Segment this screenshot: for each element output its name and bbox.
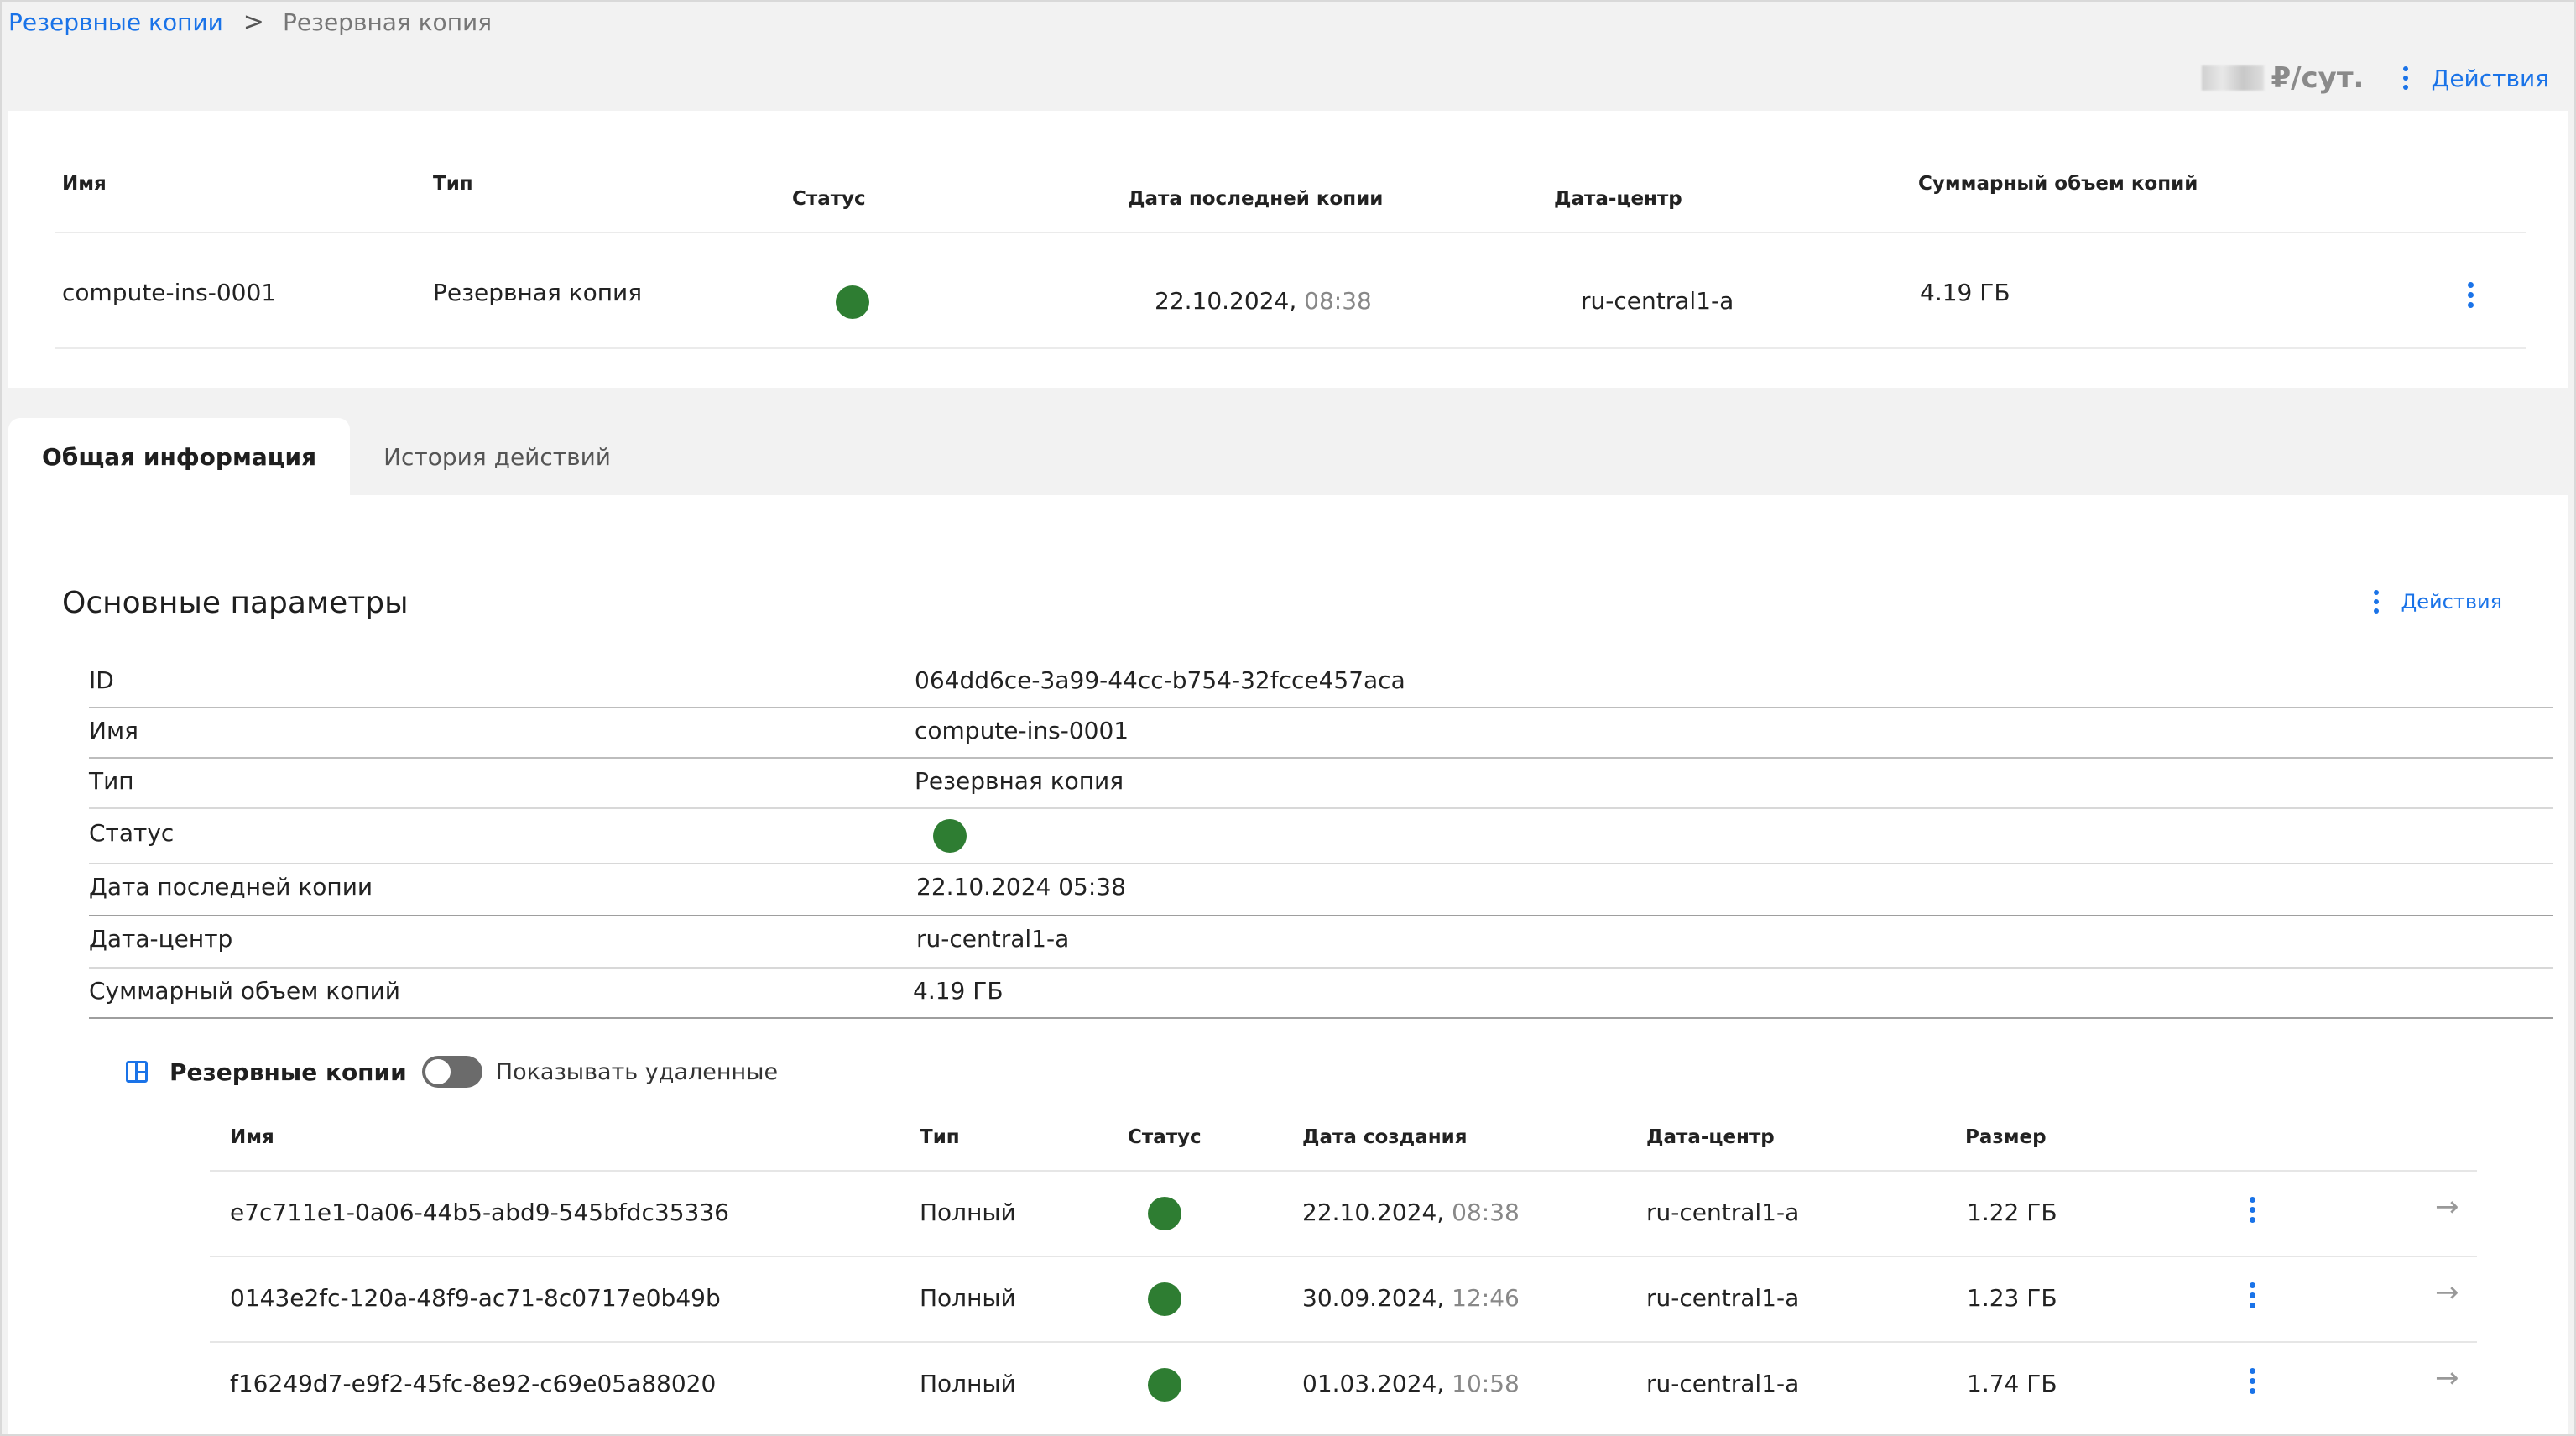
backup-datacenter: ru-central1-a bbox=[1646, 1198, 1800, 1226]
price-value-redacted bbox=[2202, 65, 2265, 91]
breadcrumb: Резервные копии > Резервная копия bbox=[8, 5, 492, 39]
arrow-right-icon[interactable]: → bbox=[2435, 1190, 2459, 1224]
tab-general-info[interactable]: Общая информация bbox=[8, 418, 351, 495]
summary-name: compute-ins-0001 bbox=[62, 279, 277, 306]
arrow-right-icon[interactable]: → bbox=[2435, 1361, 2459, 1395]
app-frame: Резервные копии > Резервная копия ₽/сут.… bbox=[0, 0, 2576, 1436]
table-row[interactable]: 0143e2fc-120a-48f9-ac71-8c0717e0b49b Пол… bbox=[210, 1256, 2477, 1341]
backup-size: 1.23 ГБ bbox=[1967, 1284, 2057, 1312]
divider bbox=[55, 232, 2526, 233]
summary-header-type: Тип bbox=[433, 173, 473, 195]
param-row-status: Статус bbox=[89, 809, 2553, 864]
param-key: Дата-центр bbox=[89, 925, 233, 953]
row-more-icon[interactable] bbox=[2462, 282, 2479, 308]
param-row-name: Имя compute-ins-0001 bbox=[89, 708, 2553, 759]
more-vertical-icon[interactable] bbox=[2397, 64, 2414, 92]
param-value: ru-central1-a bbox=[916, 925, 1070, 953]
backup-name: 0143e2fc-120a-48f9-ac71-8c0717e0b49b bbox=[230, 1284, 721, 1312]
param-row-type: Тип Резервная копия bbox=[89, 759, 2553, 809]
summary-header-last-copy: Дата последней копии bbox=[1128, 188, 1384, 210]
summary-type: Резервная копия bbox=[433, 279, 643, 306]
status-ok-icon bbox=[1148, 1368, 1181, 1402]
backup-type: Полный bbox=[920, 1284, 1016, 1312]
show-deleted-toggle[interactable] bbox=[421, 1056, 482, 1088]
row-more-icon[interactable] bbox=[2244, 1197, 2261, 1223]
param-value: 4.19 ГБ bbox=[913, 977, 1004, 1005]
backup-size: 1.74 ГБ bbox=[1967, 1370, 2057, 1397]
row-more-icon[interactable] bbox=[2244, 1368, 2261, 1394]
more-vertical-icon[interactable] bbox=[2368, 587, 2385, 616]
backup-created: 01.03.2024, 10:58 bbox=[1302, 1370, 1520, 1397]
param-key: Статус bbox=[89, 819, 175, 847]
section-actions: Действия bbox=[2368, 587, 2502, 616]
backup-name: e7c711e1-0a06-44b5-abd9-545bfdc35336 bbox=[230, 1198, 729, 1226]
backup-datacenter: ru-central1-a bbox=[1646, 1284, 1800, 1312]
summary-last-copy: 22.10.2024, 08:38 bbox=[1155, 287, 1372, 315]
param-key: ID bbox=[89, 666, 114, 694]
status-ok-icon bbox=[1148, 1282, 1181, 1316]
param-key: Дата последней копии bbox=[89, 873, 373, 901]
row-more-icon[interactable] bbox=[2244, 1282, 2261, 1308]
backup-datacenter: ru-central1-a bbox=[1646, 1370, 1800, 1397]
backup-type: Полный bbox=[920, 1370, 1016, 1397]
status-ok-icon bbox=[836, 285, 869, 319]
backup-name: f16249d7-e9f2-45fc-8e92-c69e05a88020 bbox=[230, 1370, 717, 1397]
summary-header-status: Статус bbox=[792, 188, 866, 210]
summary-header-total-size: Суммарный объем копий bbox=[1918, 173, 2198, 195]
actions-button[interactable]: Действия bbox=[2431, 65, 2549, 92]
backups-header-name: Имя bbox=[230, 1126, 274, 1148]
summary-datacenter: ru-central1-a bbox=[1581, 287, 1734, 315]
general-info-panel: Основные параметры Действия ID 064dd6ce-… bbox=[8, 495, 2568, 1434]
backups-header-size: Размер bbox=[1965, 1126, 2047, 1148]
param-key: Имя bbox=[89, 717, 138, 744]
param-value: 22.10.2024 05:38 bbox=[916, 873, 1126, 901]
backup-created: 30.09.2024, 12:46 bbox=[1302, 1284, 1520, 1312]
chevron-right-icon: > bbox=[242, 7, 264, 37]
table-icon bbox=[126, 1061, 148, 1083]
param-value: Резервная копия bbox=[915, 767, 1124, 795]
tab-action-history[interactable]: История действий bbox=[350, 418, 644, 495]
breadcrumb-current: Резервная копия bbox=[282, 8, 493, 36]
section-actions-button[interactable]: Действия bbox=[2401, 590, 2502, 614]
table-row[interactable]: e7c711e1-0a06-44b5-abd9-545bfdc35336 Пол… bbox=[210, 1170, 2477, 1256]
param-key: Суммарный объем копий bbox=[89, 977, 400, 1005]
param-value: 064dd6ce-3a99-44cc-b754-32fcce457aca bbox=[915, 666, 1405, 694]
backup-type: Полный bbox=[920, 1198, 1016, 1226]
param-key: Тип bbox=[89, 767, 134, 795]
show-deleted-label: Показывать удаленные bbox=[495, 1058, 779, 1085]
param-value: compute-ins-0001 bbox=[915, 717, 1129, 744]
backups-header-created: Дата создания bbox=[1302, 1126, 1468, 1148]
price-unit: ₽/сут. bbox=[2271, 61, 2365, 95]
backups-list-header: Резервные копии Показывать удаленные bbox=[126, 1056, 778, 1088]
summary-header-datacenter: Дата-центр bbox=[1554, 188, 1682, 210]
param-row-last-copy: Дата последней копии 22.10.2024 05:38 bbox=[89, 864, 2553, 916]
backup-size: 1.22 ГБ bbox=[1967, 1198, 2057, 1226]
section-title: Основные параметры bbox=[62, 586, 409, 620]
summary-header-name: Имя bbox=[62, 173, 107, 195]
backups-header-type: Тип bbox=[920, 1126, 960, 1148]
status-ok-icon bbox=[933, 819, 967, 853]
tabs: Общая информация История действий bbox=[8, 418, 644, 495]
summary-total-size: 4.19 ГБ bbox=[1920, 279, 2010, 306]
header-actions: ₽/сут. Действия bbox=[2202, 57, 2549, 99]
divider bbox=[55, 347, 2526, 349]
backups-list-title: Резервные копии bbox=[169, 1057, 407, 1086]
param-row-total-size: Суммарный объем копий 4.19 ГБ bbox=[89, 969, 2553, 1019]
breadcrumb-backups-link[interactable]: Резервные копии bbox=[8, 8, 223, 36]
param-row-datacenter: Дата-центр ru-central1-a bbox=[89, 916, 2553, 969]
status-ok-icon bbox=[1148, 1197, 1181, 1230]
arrow-right-icon[interactable]: → bbox=[2435, 1276, 2459, 1309]
backup-created: 22.10.2024, 08:38 bbox=[1302, 1198, 1520, 1226]
backups-header-status: Статус bbox=[1128, 1126, 1202, 1148]
table-row[interactable]: f16249d7-e9f2-45fc-8e92-c69e05a88020 Пол… bbox=[210, 1341, 2477, 1427]
backups-header-datacenter: Дата-центр bbox=[1646, 1126, 1775, 1148]
summary-card: Имя Тип Статус Дата последней копии Дата… bbox=[8, 111, 2568, 388]
param-row-id: ID 064dd6ce-3a99-44cc-b754-32fcce457aca bbox=[89, 658, 2553, 708]
